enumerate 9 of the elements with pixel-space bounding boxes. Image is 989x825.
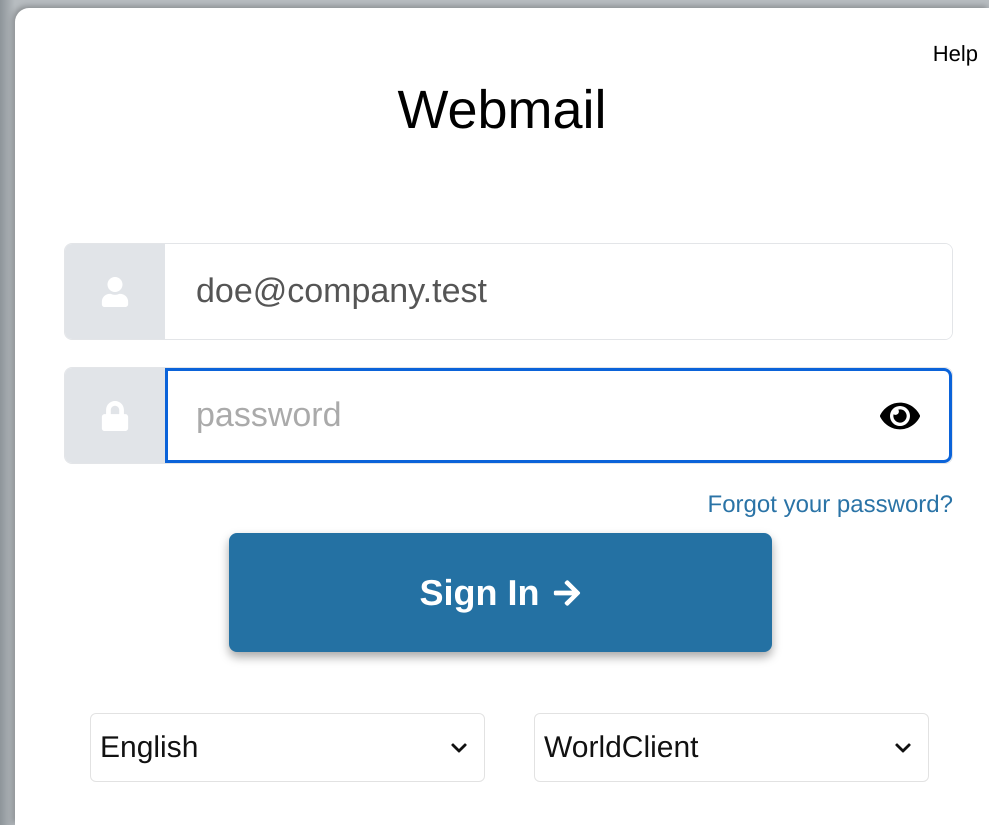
- forgot-password-link[interactable]: Forgot your password?: [708, 491, 953, 519]
- arrow-icon: [552, 578, 582, 608]
- user-icon: [100, 276, 130, 306]
- dropdown-select[interactable]: English: [90, 713, 485, 782]
- sign-in-button[interactable]: Sign In: [229, 533, 772, 652]
- page-title: Webmail: [396, 79, 608, 141]
- lock-icon: [100, 400, 130, 430]
- dropdown-select[interactable]: WorldClient: [534, 713, 929, 782]
- help-link[interactable]: Help: [932, 41, 978, 67]
